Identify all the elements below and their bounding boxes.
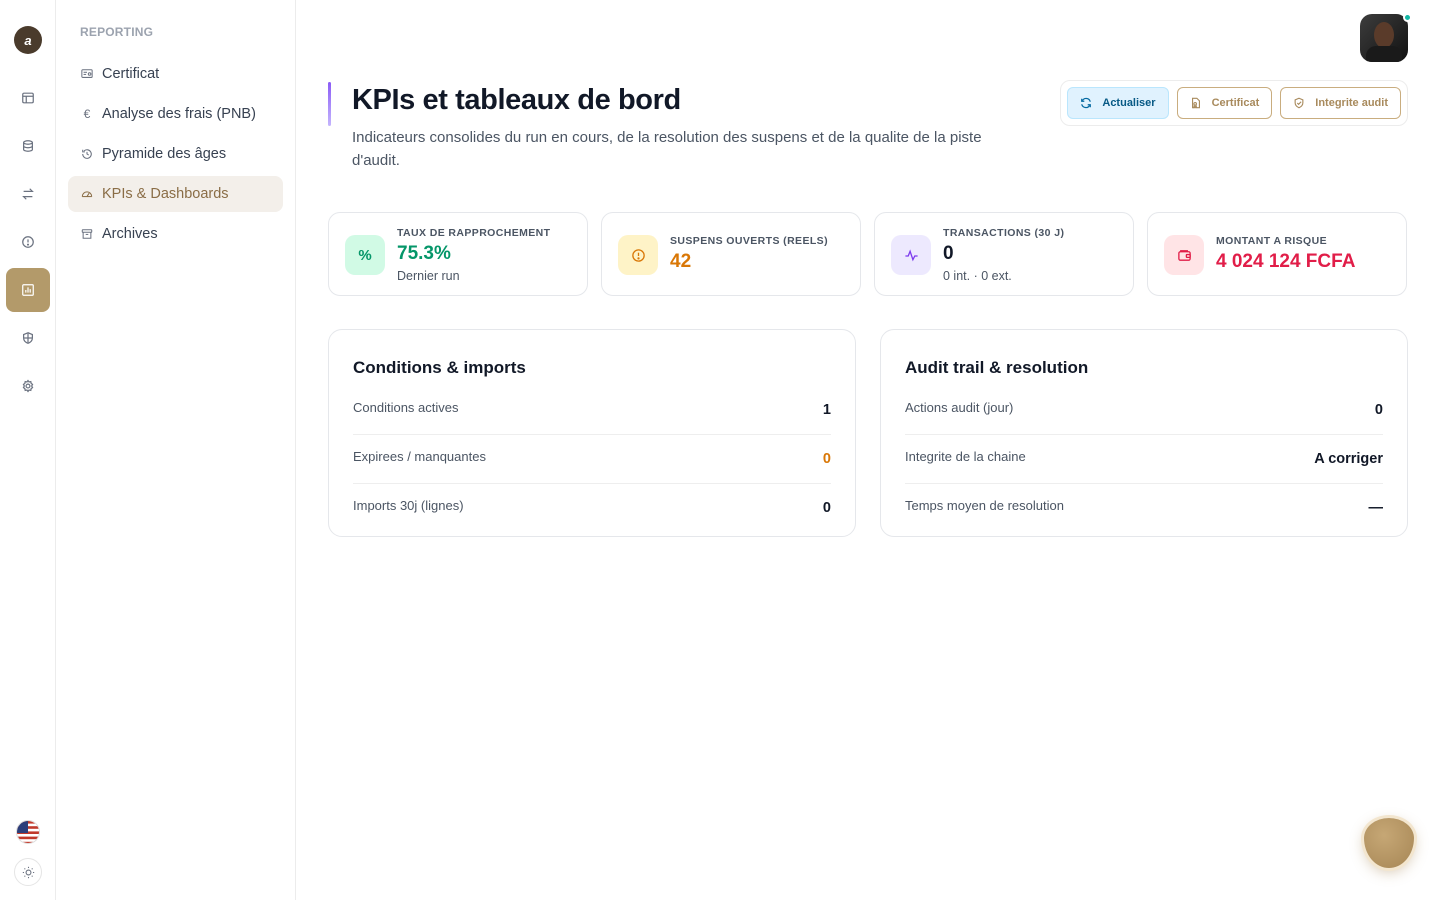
kpi-value: 75.3% (397, 243, 451, 264)
gauge-icon (80, 188, 94, 200)
shield-icon[interactable] (6, 316, 50, 360)
row-label: Conditions actives (353, 400, 459, 415)
icon-rail: a (0, 0, 56, 900)
panel-row: Imports 30j (lignes) 0 (353, 484, 831, 533)
layout-icon[interactable] (6, 76, 50, 120)
panel-title: Conditions & imports (353, 358, 526, 377)
panel-audit-trail: Audit trail & resolution Actions audit (… (880, 329, 1408, 537)
row-label: Integrite de la chaine (905, 449, 1026, 464)
kpi-card-suspens: SUSPENS OUVERTS (REELS) 42 (601, 212, 861, 296)
kpi-card-transactions: TRANSACTIONS (30 J) 0 0 int. · 0 ext. (874, 212, 1134, 296)
kpi-sub: Dernier run (397, 269, 460, 283)
certificate-icon (80, 68, 94, 80)
panel-row: Conditions actives 1 (353, 386, 831, 435)
database-icon[interactable] (6, 124, 50, 168)
panel-title: Audit trail & resolution (905, 358, 1089, 377)
kpi-label: TRANSACTIONS (30 J) (943, 227, 1065, 239)
row-value: 1 (822, 402, 831, 418)
panel-row: Expirees / manquantes 0 (353, 435, 831, 484)
panel-conditions-imports: Conditions & imports Conditions actives … (328, 329, 856, 537)
settings-icon[interactable] (6, 364, 50, 408)
integrity-button[interactable]: Integrite audit (1280, 87, 1401, 119)
kpi-row: % TAUX DE RAPPROCHEMENT 75.3% Dernier ru… (328, 212, 1407, 296)
subnav-item-label: Certificat (102, 66, 160, 82)
bar-chart-icon[interactable] (6, 268, 50, 312)
arrows-swap-icon[interactable] (6, 172, 50, 216)
shield-check-icon (1294, 97, 1304, 109)
row-value: 0 (822, 500, 831, 516)
panel-row: Integrite de la chaine A corriger (905, 435, 1383, 484)
subnav-item-certificat[interactable]: Certificat (68, 56, 283, 92)
wallet-icon (1164, 235, 1204, 275)
panel-row: Actions audit (jour) 0 (905, 386, 1383, 435)
sun-icon[interactable] (14, 858, 42, 886)
title-accent-bar (328, 82, 331, 126)
kpi-label: TAUX DE RAPPROCHEMENT (397, 227, 551, 239)
percent-icon: % (345, 235, 385, 275)
alert-circle-icon[interactable] (6, 220, 50, 264)
subnav-item-archives[interactable]: Archives (68, 216, 283, 252)
kpi-card-montant: MONTANT A RISQUE 4 024 124 FCFA (1147, 212, 1407, 296)
kpi-label: MONTANT A RISQUE (1216, 235, 1328, 247)
kpi-sub: 0 int. · 0 ext. (943, 269, 1012, 283)
subnav-item-label: Archives (102, 226, 158, 242)
kpi-value: 42 (670, 251, 692, 272)
subnav-item-pyramide[interactable]: Pyramide des âges (68, 136, 283, 172)
kpi-value: 4 024 124 FCFA (1216, 251, 1356, 272)
page-title: KPIs et tableaux de bord (352, 84, 681, 116)
history-icon (80, 148, 94, 160)
subnav-item-label: Pyramide des âges (102, 146, 227, 162)
row-value: 0 (1374, 402, 1383, 418)
refresh-icon (1081, 97, 1092, 109)
certificate-button[interactable]: Certificat (1176, 87, 1273, 119)
us-flag-icon[interactable] (16, 820, 40, 844)
refresh-label: Actualiser (1102, 97, 1156, 109)
row-value: — (1368, 500, 1384, 516)
row-value: 0 (822, 451, 831, 467)
main-content: KPIs et tableaux de bord Indicateurs con… (296, 0, 1440, 900)
kpi-value: 0 (943, 243, 954, 264)
app-logo[interactable]: a (14, 26, 42, 54)
subnav-item-pnb[interactable]: € Analyse des frais (PNB) (68, 96, 283, 132)
file-certificate-icon (1191, 97, 1200, 109)
row-label: Actions audit (jour) (905, 400, 1014, 415)
logo-text: a (24, 32, 32, 48)
subnav-item-kpis[interactable]: KPIs & Dashboards (68, 176, 283, 212)
online-status-dot (1403, 13, 1412, 22)
alert-circle-icon (618, 235, 658, 275)
panel-row: Temps moyen de resolution — (905, 484, 1383, 533)
certificate-label: Certificat (1211, 97, 1260, 109)
row-value: A corriger (1314, 451, 1383, 467)
row-label: Expirees / manquantes (353, 449, 486, 464)
page-subtitle: Indicateurs consolides du run en cours, … (352, 129, 982, 169)
archive-icon (80, 228, 94, 240)
section-label: REPORTING (80, 25, 154, 39)
euro-icon: € (83, 107, 91, 121)
subnav-item-label: Analyse des frais (PNB) (102, 106, 256, 122)
refresh-button[interactable]: Actualiser (1067, 87, 1169, 119)
row-label: Temps moyen de resolution (905, 498, 1064, 513)
activity-icon (891, 235, 931, 275)
row-label: Imports 30j (lignes) (353, 498, 464, 513)
header-actions: Actualiser Certificat Integrite audit (1060, 80, 1408, 126)
subnav-item-label: KPIs & Dashboards (102, 186, 229, 202)
reporting-subnav: REPORTING Certificat € Analyse des frais… (56, 0, 296, 900)
avatar[interactable] (1360, 14, 1408, 62)
integrity-label: Integrite audit (1315, 97, 1388, 109)
kpi-label: SUSPENS OUVERTS (REELS) (670, 235, 828, 247)
kpi-card-rapprochement: % TAUX DE RAPPROCHEMENT 75.3% Dernier ru… (328, 212, 588, 296)
